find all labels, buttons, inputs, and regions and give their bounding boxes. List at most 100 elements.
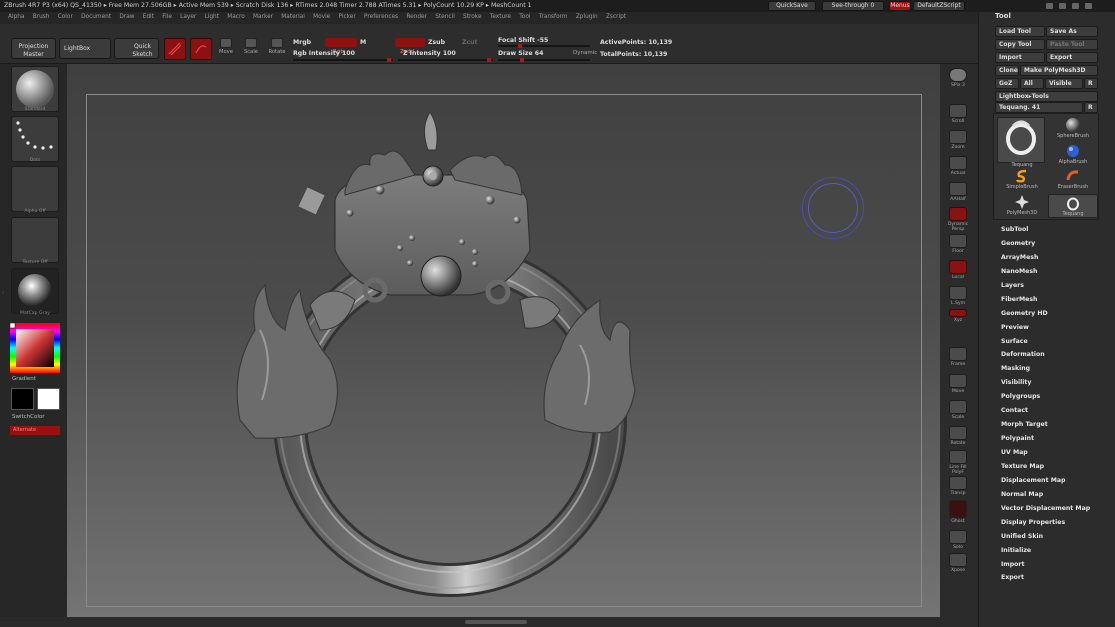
subpalette-unified-skin[interactable]: Unified Skin: [1001, 533, 1111, 547]
subpalette-masking[interactable]: Masking: [1001, 365, 1111, 379]
subpalette-import[interactable]: Import: [1001, 561, 1111, 575]
tool-thumb-tequang-small[interactable]: Tequang: [1048, 194, 1098, 218]
subpalette-layers[interactable]: Layers: [1001, 282, 1111, 296]
tool-r-button[interactable]: R: [1084, 102, 1098, 113]
subpalette-geometry[interactable]: Geometry: [1001, 240, 1111, 254]
tool-thumb-tequang[interactable]: Tequang: [997, 117, 1045, 168]
scale-view-label: Scale: [951, 415, 965, 420]
zbrush-window: ZBrush 4R7 P3 (x64) QS_41350 ▸ Free Mem …: [0, 0, 1115, 627]
subpalette-visibility[interactable]: Visibility: [1001, 379, 1111, 393]
goz-visible-button[interactable]: Visible: [1045, 78, 1083, 89]
subpalette-normal-map[interactable]: Normal Map: [1001, 491, 1111, 505]
make-polymesh-button[interactable]: Make PolyMesh3D: [1020, 65, 1098, 76]
bottom-tray-strip[interactable]: [0, 617, 995, 627]
scale-view-button[interactable]: Scale: [946, 400, 970, 420]
subpalette-deformation[interactable]: Deformation: [1001, 351, 1111, 365]
xyz-icon: [949, 309, 967, 317]
subpalette-surface[interactable]: Surface: [1001, 338, 1111, 352]
tool-thumb-polymesh3d[interactable]: PolyMesh3D: [997, 194, 1047, 216]
tool-name-slider[interactable]: Tequang. 41: [995, 102, 1083, 113]
copy-tool-button[interactable]: Copy Tool: [995, 39, 1045, 50]
tool-subpalette-list: SubTool Geometry ArrayMesh NanoMesh Laye…: [1001, 226, 1111, 588]
subpalette-export[interactable]: Export: [1001, 574, 1111, 588]
xyz-label: Xyz: [953, 318, 963, 323]
tool-thumb-label: AlphaBrush: [1058, 159, 1088, 165]
zoom-icon: [949, 130, 967, 144]
spix-label: SPix 3: [951, 83, 965, 88]
local-button[interactable]: Local: [946, 260, 970, 280]
aahalf-button[interactable]: AAHalf: [946, 182, 970, 202]
tool-thumb-eraserbrush[interactable]: EraserBrush: [1048, 168, 1098, 190]
tool-thumb-alphabrush[interactable]: AlphaBrush: [1048, 143, 1098, 165]
solo-icon: [949, 530, 967, 544]
actual-icon: [949, 156, 967, 170]
subpalette-nanomesh[interactable]: NanoMesh: [1001, 268, 1111, 282]
frame-label: Frame: [950, 362, 966, 367]
subpalette-initialize[interactable]: Initialize: [1001, 547, 1111, 561]
scroll-button[interactable]: Scroll: [946, 104, 970, 124]
zoom-button[interactable]: Zoom: [946, 130, 970, 150]
lightbox-tools-button[interactable]: Lightbox▸Tools: [995, 91, 1098, 102]
persp-label: Dynamic Persp: [947, 222, 969, 232]
subpalette-morph-target[interactable]: Morph Target: [1001, 421, 1111, 435]
floor-label: Floor: [952, 249, 964, 254]
frame-button[interactable]: Frame: [946, 347, 970, 367]
save-as-button[interactable]: Save As: [1046, 26, 1098, 37]
load-tool-button[interactable]: Load Tool: [995, 26, 1045, 37]
subpalette-contact[interactable]: Contact: [1001, 407, 1111, 421]
ghost-icon: [949, 500, 967, 518]
transp-label: Transp: [950, 491, 966, 496]
floor-icon: [949, 234, 967, 248]
spix-button[interactable]: SPix 3: [946, 68, 970, 88]
subpalette-geometry-hd[interactable]: Geometry HD: [1001, 310, 1111, 324]
aahalf-icon: [949, 182, 967, 196]
polyf-button[interactable]: Line Fill PolyF: [946, 450, 970, 475]
rotate-view-button[interactable]: Rotate: [946, 426, 970, 446]
star-icon: [1015, 195, 1029, 209]
xpose-button[interactable]: Xpose: [946, 553, 970, 573]
subpalette-preview[interactable]: Preview: [1001, 324, 1111, 338]
bottom-tray-handle[interactable]: [465, 620, 527, 624]
paste-tool-button[interactable]: Paste Tool: [1046, 39, 1098, 50]
lsym-icon: [949, 286, 967, 300]
goz-r-button[interactable]: R: [1084, 78, 1098, 89]
subpalette-fibermesh[interactable]: FiberMesh: [1001, 296, 1111, 310]
tool-thumb-spherebrush[interactable]: SphereBrush: [1048, 117, 1098, 139]
xyz-button[interactable]: Xyz: [946, 309, 970, 323]
solo-button[interactable]: Solo: [946, 530, 970, 550]
subpalette-polypaint[interactable]: Polypaint: [1001, 435, 1111, 449]
subpalette-texture-map[interactable]: Texture Map: [1001, 463, 1111, 477]
tool-thumb-label: Tequang: [1062, 211, 1084, 217]
simple-brush-icon: [1015, 169, 1027, 183]
transp-button[interactable]: Transp: [946, 476, 970, 496]
tool-thumb-label: EraserBrush: [1057, 184, 1089, 190]
subpalette-subtool[interactable]: SubTool: [1001, 226, 1111, 240]
subpalette-displacement-map[interactable]: Displacement Map: [1001, 477, 1111, 491]
goz-button[interactable]: GoZ: [995, 78, 1019, 89]
eraser-brush-icon: [1066, 170, 1079, 181]
ghost-button[interactable]: Ghost: [946, 500, 970, 524]
ring-small-icon: [1067, 197, 1079, 211]
subpalette-display-properties[interactable]: Display Properties: [1001, 519, 1111, 533]
move-view-button[interactable]: Move: [946, 374, 970, 394]
spix-icon: [949, 68, 967, 82]
subpalette-vector-displacement-map[interactable]: Vector Displacement Map: [1001, 505, 1111, 519]
solo-label: Solo: [953, 545, 963, 550]
tool-thumb-simplebrush[interactable]: SimpleBrush: [997, 168, 1047, 190]
clone-button[interactable]: Clone: [995, 65, 1019, 76]
local-icon: [949, 260, 967, 274]
floor-button[interactable]: Floor: [946, 234, 970, 254]
lsym-button[interactable]: L.Sym: [946, 286, 970, 306]
actual-button[interactable]: Actual: [946, 156, 970, 176]
subpalette-uv-map[interactable]: UV Map: [1001, 449, 1111, 463]
subpalette-polygroups[interactable]: Polygroups: [1001, 393, 1111, 407]
import-button[interactable]: Import: [995, 52, 1045, 63]
export-button[interactable]: Export: [1046, 52, 1098, 63]
goz-all-button[interactable]: All: [1020, 78, 1044, 89]
zoom-label: Zoom: [951, 145, 965, 150]
polyf-label: Line Fill PolyF: [949, 465, 967, 475]
move-view-label: Move: [951, 389, 965, 394]
subpalette-arraymesh[interactable]: ArrayMesh: [1001, 254, 1111, 268]
brush-cursor-inner: [808, 183, 858, 233]
persp-button[interactable]: Dynamic Persp: [946, 207, 970, 232]
